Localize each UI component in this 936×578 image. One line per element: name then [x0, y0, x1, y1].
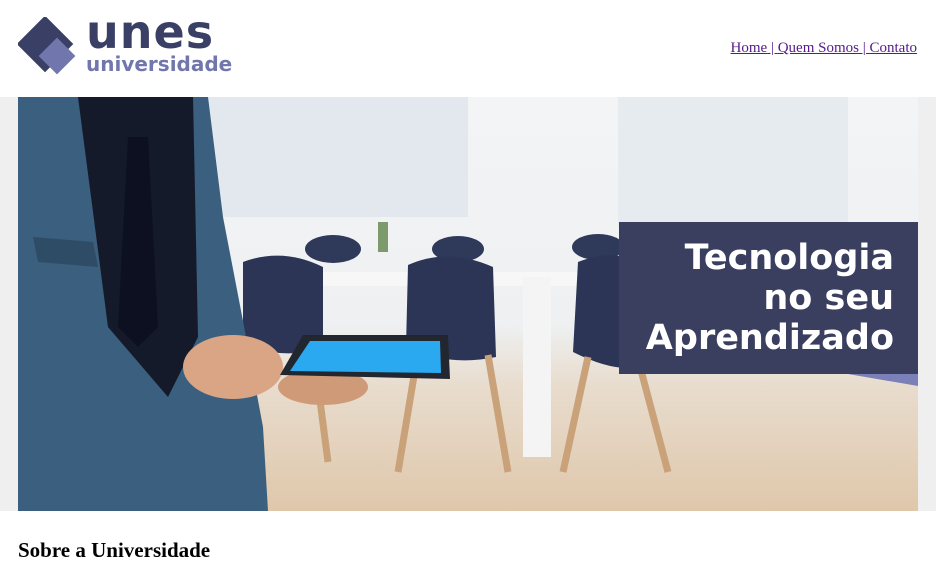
- window-panel: [618, 97, 848, 227]
- hero-caption-line-2: no seu: [763, 278, 894, 318]
- section-title: Sobre a Universidade: [18, 538, 211, 562]
- chair: [305, 235, 361, 263]
- logo[interactable]: unes universidade: [18, 9, 238, 79]
- hero-caption-box: Tecnologia no seu Aprendizado: [619, 222, 918, 374]
- logo-subword: universidade: [86, 52, 233, 76]
- nav-separator: |: [767, 40, 778, 56]
- hero-caption-line-1: Tecnologia: [684, 238, 894, 278]
- hero-banner-wrapper: Tecnologia no seu Aprendizado: [0, 97, 936, 511]
- nav-separator: |: [858, 40, 870, 56]
- tablet-screen: [290, 341, 441, 373]
- nav-link-quem-somos[interactable]: Quem Somos: [778, 40, 859, 56]
- hero-banner: Tecnologia no seu Aprendizado: [18, 97, 918, 511]
- diamond-logo-icon: [18, 17, 76, 75]
- logo-word: unes: [86, 5, 215, 59]
- caption-accent-shape: [848, 374, 918, 386]
- plant: [378, 222, 388, 252]
- site-header: unes universidade Home | Quem Somos | Co…: [0, 0, 936, 97]
- nav-link-contato[interactable]: Contato: [870, 40, 918, 56]
- person-hand: [183, 335, 283, 399]
- top-nav: Home | Quem Somos | Contato: [731, 40, 917, 57]
- table-leg: [523, 277, 551, 457]
- nav-link-home[interactable]: Home: [731, 40, 768, 56]
- window-panel: [198, 97, 468, 217]
- hero-caption-line-3: Aprendizado: [645, 318, 894, 358]
